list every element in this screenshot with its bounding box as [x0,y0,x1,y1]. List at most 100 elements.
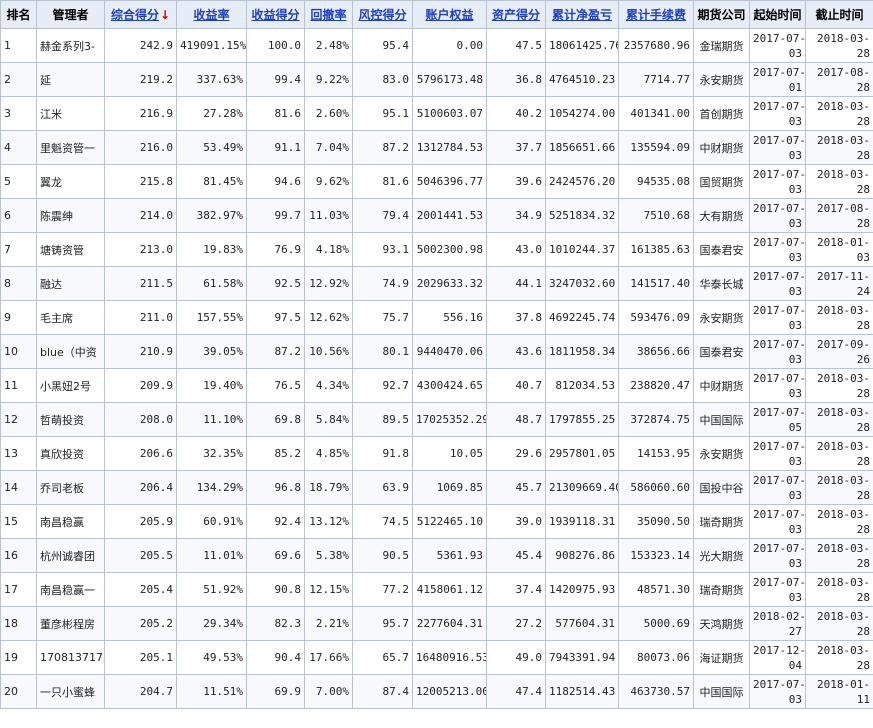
table-row: 1 赫金系列3- 242.9 419091.15% 100.0 2.48% 95.4 0.00… [0,28,873,63]
asset-score-cell: 39.0 [486,504,546,539]
fees-cell: 161385.63 [618,232,694,267]
broker-cell: 瑞奇期货 [693,572,750,607]
header-start-time: 起始时间 [749,0,806,29]
drawdown-cell: 12.15% [304,572,353,607]
start-time-cell-line2: 01 [788,80,802,94]
asset-score-cell: 39.6 [486,164,546,199]
table-row: 5 翼龙 215.8 81.45% 94.6 9.62% 81.6 5046396.77 39.… [0,164,873,199]
table-row: 12 哲萌投资 208.0 11.10% 69.8 5.84% 89.5 17025352.2… [0,402,873,437]
manager-name[interactable]: 塘铸资管 [36,232,105,267]
fees-cell: 94535.08 [618,164,694,199]
return-score-cell: 96.8 [246,470,305,505]
manager-name[interactable]: 170813717 [36,640,105,675]
fees-cell: 238820.47 [618,368,694,403]
composite-score-cell: 208.0 [104,402,177,437]
end-time-cell: 2018-01- 03 [805,232,873,267]
manager-name[interactable]: 哲萌投资 [36,402,105,437]
start-time-cell-line1: 2017-12- [753,643,806,657]
start-time-cell-line2: 03 [788,352,802,366]
end-time-cell-line2: 28 [856,386,870,400]
start-time-cell-line2: 03 [788,488,802,502]
return-score-cell: 81.6 [246,96,305,131]
header-composite-score[interactable]: 综合得分↓ [104,0,177,29]
net-profit-cell: 1420975.93 [545,572,619,607]
rank-cell: 14 [0,470,37,505]
manager-name[interactable]: 翼龙 [36,164,105,199]
rank-cell: 8 [0,266,37,301]
end-time-cell-line1: 2018-03- [817,371,870,385]
rank-cell: 16 [0,538,37,573]
manager-name[interactable]: 南昌稳赢 [36,504,105,539]
end-time-cell: 2017-08- 28 [805,62,873,97]
end-time-cell-line2: 28 [856,182,870,196]
asset-score-cell: 45.4 [486,538,546,573]
manager-name[interactable]: 小黑妞2号 [36,368,105,403]
asset-score-cell: 45.7 [486,470,546,505]
header-fees[interactable]: 累计手续费 [618,0,694,29]
header-net-profit[interactable]: 累计净盈亏 [545,0,619,29]
end-time-cell-line1: 2018-03- [817,575,870,589]
composite-score-cell: 211.0 [104,300,177,335]
manager-name[interactable]: 融达 [36,266,105,301]
fees-cell: 586060.60 [618,470,694,505]
broker-cell: 永安期货 [693,62,750,97]
manager-name[interactable]: 赫金系列3- [36,28,105,63]
fees-cell: 401341.00 [618,96,694,131]
start-time-cell: 2017-07- 03 [749,232,806,267]
manager-name[interactable]: 江米 [36,96,105,131]
manager-name[interactable]: 里魁资管一 [36,130,105,165]
manager-name[interactable]: 延 [36,62,105,97]
manager-name[interactable]: 南昌稳赢一 [36,572,105,607]
risk-score-cell: 90.5 [352,538,413,573]
fees-cell: 463730.57 [618,674,694,709]
rank-cell: 3 [0,96,37,131]
end-time-cell-line2: 28 [856,590,870,604]
end-time-cell-line2: 11 [856,692,870,706]
return-rate-cell: 11.01% [176,538,247,573]
table-row: 15 南昌稳赢 205.9 60.91% 92.4 13.12% 74.5 5122465.1… [0,504,873,539]
manager-name[interactable]: blue（中资 [36,334,105,369]
header-drawdown[interactable]: 回撤率 [304,0,353,29]
fees-cell: 48571.30 [618,572,694,607]
equity-cell: 556.16 [412,300,487,335]
end-time-cell-line2: 28 [856,624,870,638]
end-time-cell-line2: 28 [856,658,870,672]
manager-name[interactable]: 一只小蜜蜂 [36,674,105,709]
end-time-cell-line1: 2018-03- [817,405,870,419]
asset-score-cell: 40.7 [486,368,546,403]
start-time-cell-line1: 2017-07- [753,473,806,487]
manager-name[interactable]: 陈震绅 [36,198,105,233]
return-rate-cell: 49.53% [176,640,247,675]
composite-score-cell: 204.7 [104,674,177,709]
broker-cell: 瑞奇期货 [693,504,750,539]
manager-name[interactable]: 杭州诚睿团 [36,538,105,573]
end-time-cell-line1: 2017-08- [817,201,870,215]
start-time-cell-line2: 03 [788,284,802,298]
end-time-cell-line1: 2018-01- [817,235,870,249]
manager-name[interactable]: 毛主席 [36,300,105,335]
header-risk-score[interactable]: 风控得分 [352,0,413,29]
start-time-cell: 2017-07- 01 [749,62,806,97]
start-time-cell-line1: 2017-07- [753,337,806,351]
equity-cell: 10.05 [412,436,487,471]
header-asset-score[interactable]: 资产得分 [486,0,546,29]
return-score-cell: 92.5 [246,266,305,301]
rank-cell: 7 [0,232,37,267]
broker-cell: 国贸期货 [693,164,750,199]
header-return-rate[interactable]: 收益率 [176,0,247,29]
fees-cell: 7510.68 [618,198,694,233]
return-score-cell: 69.6 [246,538,305,573]
start-time-cell-line1: 2018-02- [753,609,806,623]
equity-cell: 2029633.32 [412,266,487,301]
manager-name[interactable]: 真欣投资 [36,436,105,471]
manager-name[interactable]: 乔司老板 [36,470,105,505]
end-time-cell: 2018-03- 28 [805,368,873,403]
header-equity[interactable]: 账户权益 [412,0,487,29]
header-return-score[interactable]: 收益得分 [246,0,305,29]
risk-score-cell: 91.8 [352,436,413,471]
manager-name[interactable]: 董彦彬程房 [36,606,105,641]
net-profit-cell: 4692245.74 [545,300,619,335]
net-profit-cell: 3247032.60 [545,266,619,301]
end-time-cell-line2: 28 [856,80,870,94]
start-time-cell: 2017-07- 03 [749,96,806,131]
